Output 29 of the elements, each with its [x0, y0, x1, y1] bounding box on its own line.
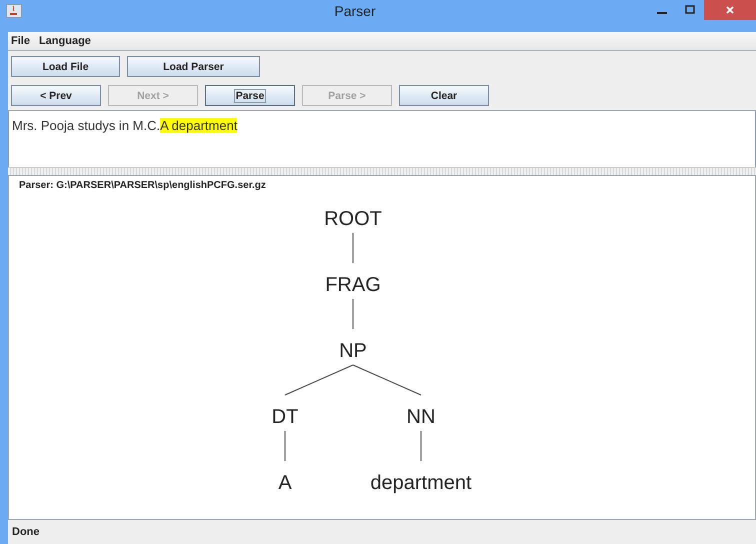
tree-node-label: DT [272, 406, 298, 428]
java-cup-icon [6, 4, 22, 18]
parser-path-label: Parser: G:\PARSER\PARSER\sp\englishPCFG.ser.gz [18, 179, 267, 191]
splitter-handle[interactable] [8, 167, 756, 175]
close-icon [725, 5, 735, 15]
tree-edge [284, 364, 354, 396]
tree-node-label: NN [406, 406, 436, 428]
toolbar-button[interactable]: Parse [205, 85, 295, 106]
tree-edge [420, 430, 422, 462]
toolbar-button[interactable]: < Prev [11, 85, 101, 106]
tree-node-label: ROOT [324, 208, 382, 230]
tree-edge [352, 364, 422, 396]
maximize-icon [685, 5, 695, 15]
tree-leaf-word: department [370, 472, 472, 494]
close-button[interactable] [704, 0, 756, 20]
tree-leaf-word: A [278, 472, 292, 494]
menu-item[interactable]: File [11, 35, 30, 47]
status-text: Done [8, 520, 756, 544]
minimize-icon [657, 12, 667, 14]
menu-item[interactable]: Language [38, 35, 91, 47]
toolbar-button[interactable]: Load File [11, 56, 120, 77]
toolbar-button[interactable]: Load Parser [127, 56, 260, 77]
tree-edge [352, 298, 354, 330]
tree-edge [284, 430, 286, 462]
tree-edge [352, 232, 354, 264]
toolbar-button[interactable]: Clear [399, 85, 489, 106]
tree-node-label: NP [339, 340, 367, 362]
tree-node-label: FRAG [325, 274, 381, 296]
window-title: Parser [333, 3, 377, 19]
